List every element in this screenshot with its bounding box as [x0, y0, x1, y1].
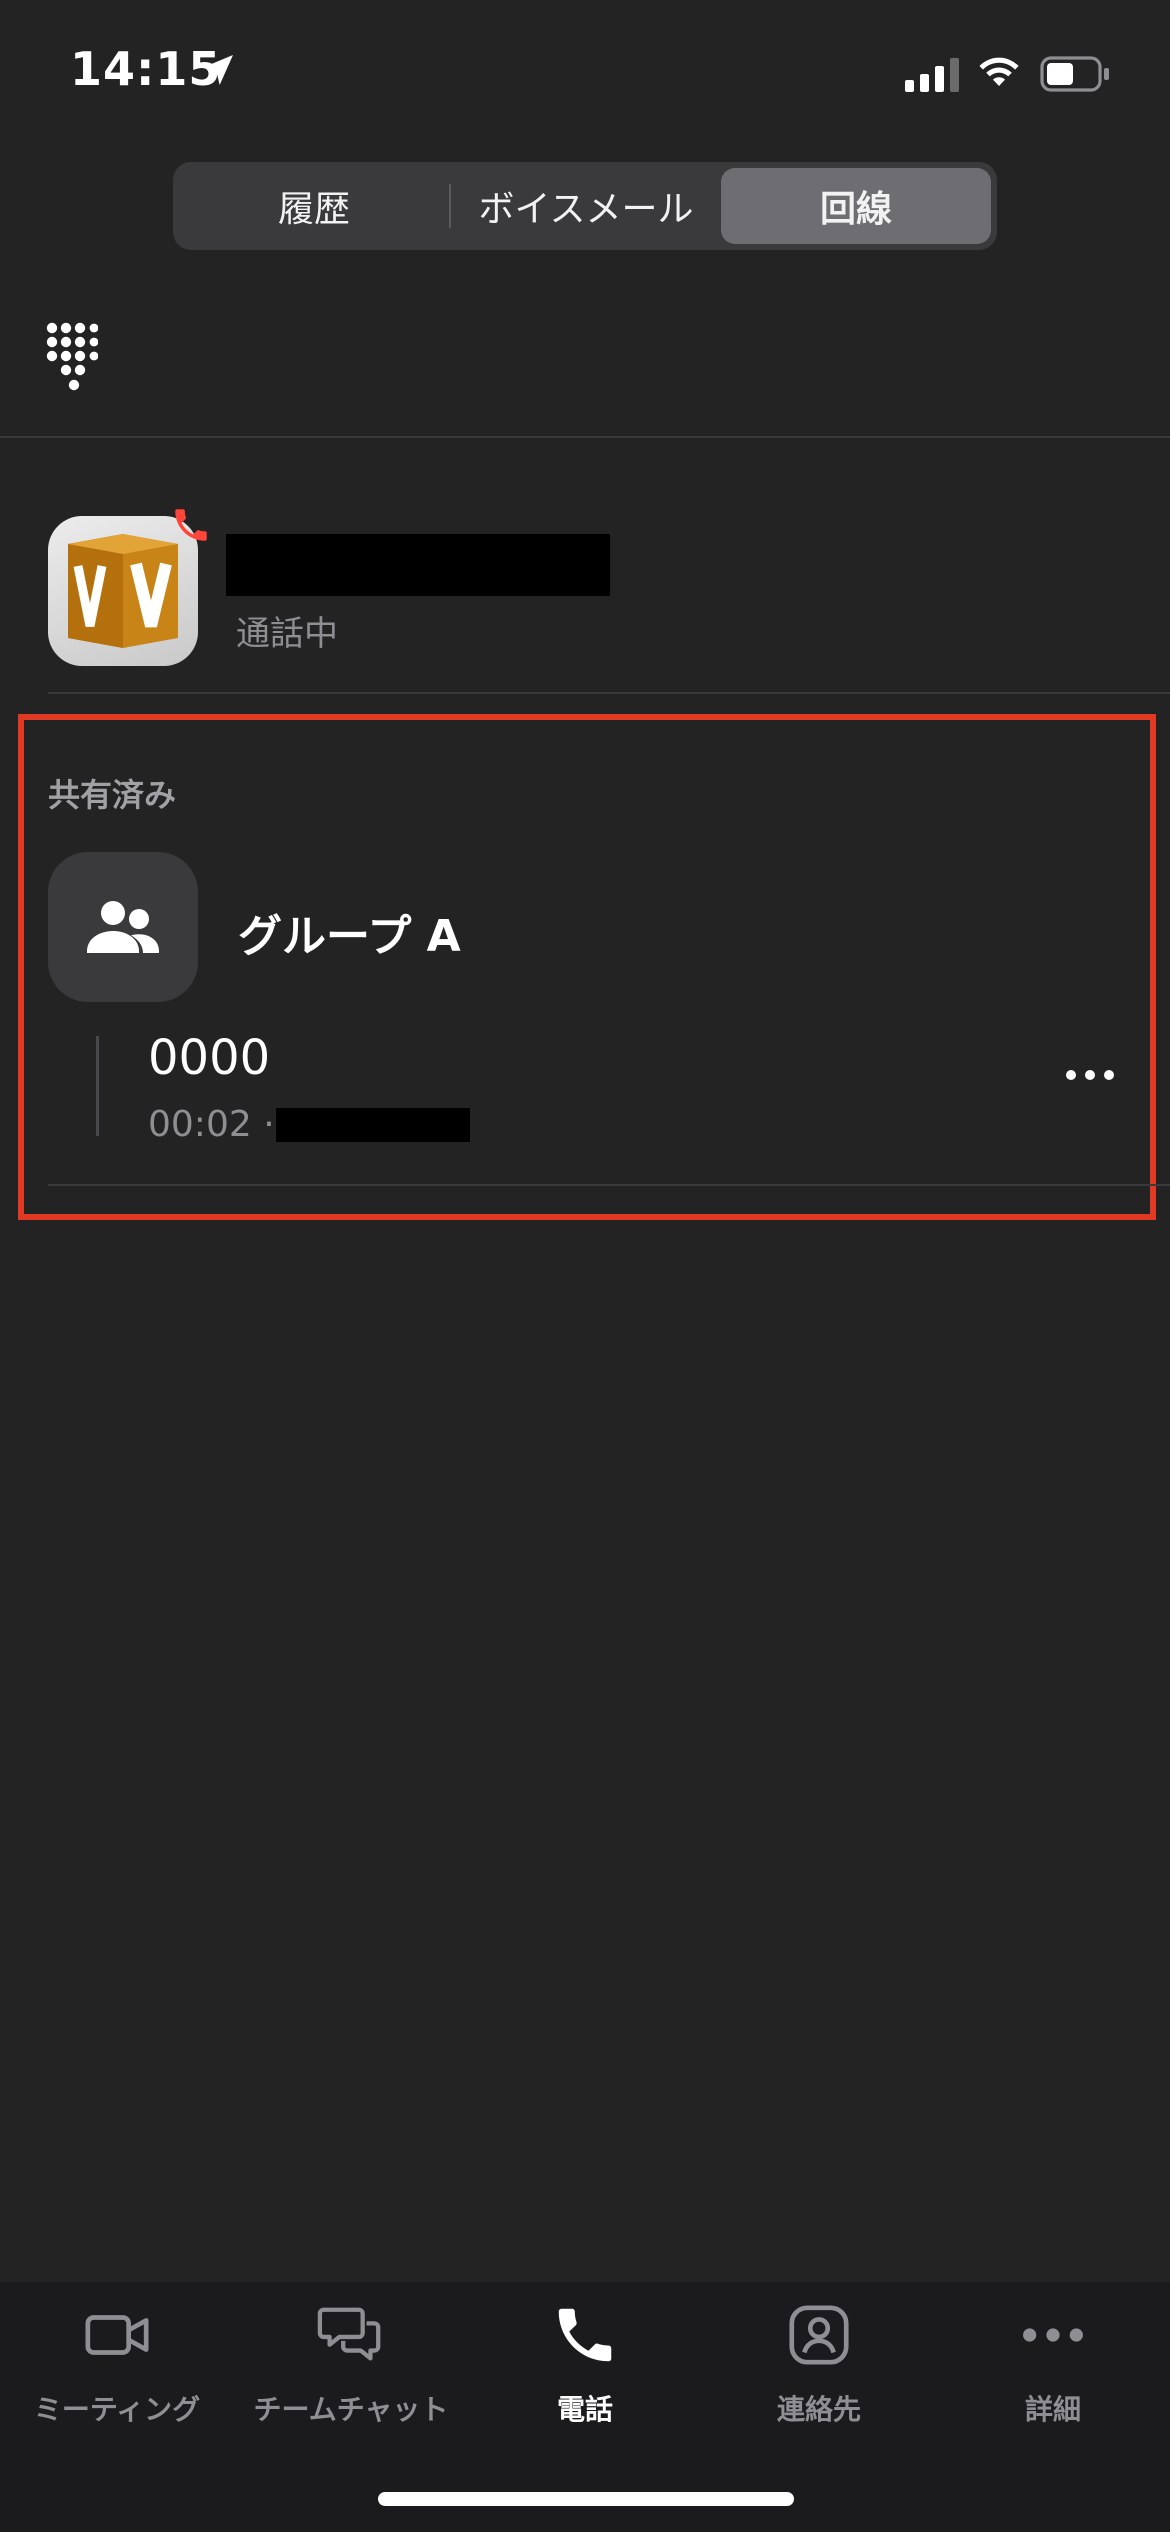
tab-lines[interactable]: 回線 — [721, 168, 991, 244]
tabbar-label: 連絡先 — [776, 2393, 861, 2426]
divider — [48, 692, 1170, 694]
home-indicator[interactable] — [378, 2492, 794, 2506]
dialpad-icon[interactable] — [46, 322, 98, 392]
redacted-caller-name — [226, 534, 610, 596]
tabbar-item-contacts[interactable]: 連絡先 — [702, 2300, 936, 2428]
group-people-icon — [87, 901, 159, 953]
cellular-signal-icon — [905, 52, 959, 92]
section-label-shared: 共有済み — [48, 776, 177, 814]
tabbar-label: 詳細 — [1024, 2393, 1081, 2426]
tabbar-label: チームチャット — [253, 2393, 449, 2426]
tab-voicemail[interactable]: ボイスメール — [451, 168, 721, 244]
battery-icon — [1040, 56, 1109, 92]
call-status: 通話中 — [236, 614, 338, 654]
phone-icon — [558, 2308, 612, 2362]
divider — [48, 1184, 1170, 1186]
location-arrow-icon — [203, 55, 233, 85]
line-connector — [96, 1036, 99, 1136]
contacts-icon — [789, 2305, 849, 2365]
tabbar-label: 電話 — [556, 2393, 613, 2426]
tabbar-item-team-chat[interactable]: チームチャット — [234, 2300, 468, 2428]
group-avatar[interactable] — [48, 852, 198, 1002]
tabbar-item-meetings[interactable]: ミーティング — [0, 2300, 234, 2428]
group-name[interactable]: グループ A — [238, 900, 461, 964]
tab-history[interactable]: 履歴 — [179, 168, 449, 244]
tabbar-item-more[interactable]: 詳細 — [936, 2300, 1170, 2428]
tabbar-label: ミーティング — [33, 2393, 201, 2426]
more-options-button[interactable] — [1066, 1070, 1114, 1080]
tabbar-item-phone[interactable]: 電話 — [468, 2300, 702, 2428]
line-duration: 00:02 · — [148, 1104, 275, 1145]
video-icon — [85, 2315, 149, 2355]
divider — [0, 436, 1170, 438]
active-call-badge-icon — [175, 509, 207, 541]
wifi-icon — [979, 57, 1019, 86]
line-number[interactable]: 0000 — [148, 1030, 270, 1086]
redacted-line-info — [276, 1108, 470, 1142]
segmented-control: 履歴 ボイスメール 回線 — [173, 162, 997, 250]
more-icon — [1023, 2328, 1083, 2342]
chat-icon — [317, 2307, 381, 2361]
